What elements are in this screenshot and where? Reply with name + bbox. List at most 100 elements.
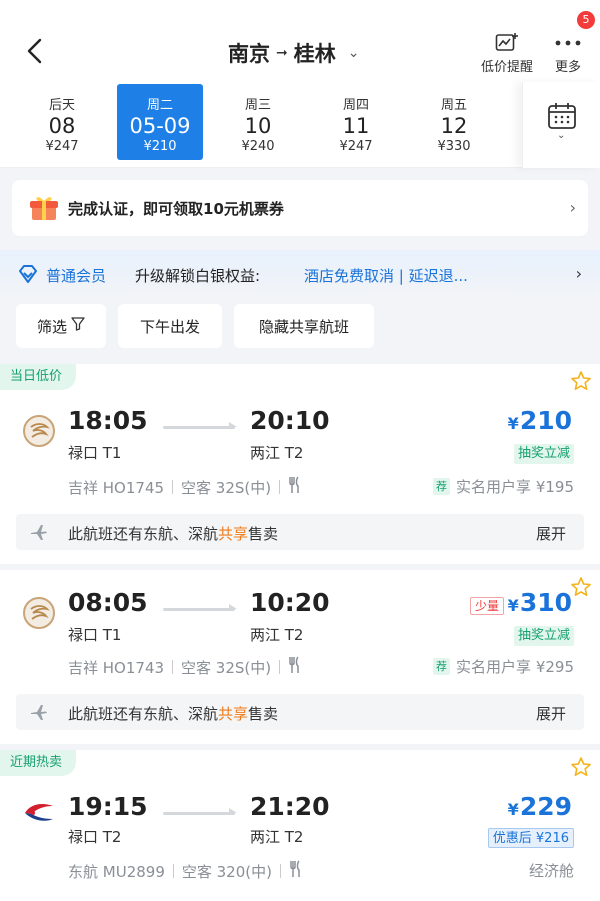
- date-tab[interactable]: 后天 08 ¥247: [19, 84, 105, 160]
- codeshare-prefix: 此航班还有东航、深航: [68, 705, 219, 723]
- cabin-class: 经济舱: [528, 862, 574, 880]
- filter-chip-hide-shared[interactable]: 隐藏共享航班: [234, 304, 374, 348]
- meal-icon: [288, 476, 302, 498]
- juneyao-logo-icon: [22, 596, 56, 634]
- more-label: 更多: [554, 60, 581, 75]
- codeshare-text: 此航班还有东航、深航共享售卖: [68, 703, 278, 724]
- flight-card[interactable]: 08:05 禄口 T1 10:20 两江 T2 少量 ¥310 抽奖立减 吉祥 …: [0, 570, 600, 744]
- diamond-icon: [18, 265, 38, 287]
- discounted-price-badge: 优惠后 ¥216: [487, 828, 574, 848]
- divider: [279, 480, 281, 494]
- destination-city: 桂林: [293, 42, 336, 66]
- funnel-icon: [71, 317, 85, 335]
- departure-airport: 禄口 T1: [68, 444, 122, 462]
- calendar-button[interactable]: ⌄: [522, 82, 600, 168]
- date-price: ¥240: [241, 139, 275, 154]
- codeshare-highlight: 共享: [218, 705, 249, 723]
- date-day: 12: [440, 114, 468, 138]
- departure-time: 18:05: [68, 406, 148, 435]
- expand-button[interactable]: 展开: [536, 523, 566, 544]
- top-header: 南京 ➞ 桂林 ⌄ 低价提醒 更多 5: [0, 0, 600, 82]
- star-icon[interactable]: [570, 756, 592, 782]
- filter-chip[interactable]: 筛选: [16, 304, 106, 348]
- codeshare-highlight: 共享: [218, 525, 249, 543]
- date-weekday: 周四: [342, 98, 369, 113]
- codeshare-text: 此航班还有东航、深航共享售卖: [68, 523, 278, 544]
- date-tab[interactable]: 周四 11 ¥247: [313, 84, 399, 160]
- more-button[interactable]: 更多: [548, 30, 588, 75]
- aircraft-type: 空客 32S(中): [181, 478, 272, 497]
- gift-box-icon: [28, 192, 60, 228]
- codeshare-suffix: 售卖: [248, 525, 279, 543]
- price-value: 310: [519, 588, 572, 617]
- divider: [279, 660, 281, 674]
- star-icon[interactable]: [570, 576, 592, 602]
- date-weekday: 周三: [244, 98, 271, 113]
- flight-price: ¥229: [508, 792, 572, 821]
- filter-chip-afternoon[interactable]: 下午出发: [118, 304, 222, 348]
- expand-button[interactable]: 展开: [536, 703, 566, 724]
- divider: [172, 480, 174, 494]
- member-benefits-bar[interactable]: 普通会员 升级解锁白银权益: 酒店免费取消 | 延迟退... ›: [0, 250, 600, 298]
- flight-price: ¥210: [508, 406, 572, 435]
- recommend-badge: 荐: [433, 478, 451, 495]
- low-stock-badge: 少量: [469, 597, 504, 615]
- arrival-airport: 两江 T2: [250, 828, 304, 846]
- lottery-discount-badge: 抽奖立减: [513, 444, 574, 464]
- more-dots-icon: [548, 30, 588, 56]
- price-value: 210: [519, 406, 572, 435]
- aircraft-type: 空客 320(中): [181, 862, 272, 881]
- member-level: 普通会员: [46, 267, 107, 285]
- date-day: 05-09: [129, 114, 191, 138]
- date-selector: 后天 08 ¥247 周二 05-09 ¥210 周三 10 ¥240 周四 1…: [0, 82, 600, 168]
- date-tab[interactable]: 周三 10 ¥240: [215, 84, 301, 160]
- coupon-banner[interactable]: 完成认证，即可领取10元机票券 ›: [12, 180, 588, 236]
- airplane-icon: [30, 523, 48, 545]
- date-tab-selected[interactable]: 周二 05-09 ¥210: [117, 84, 203, 160]
- date-weekday: 周二: [146, 98, 173, 113]
- codeshare-bar[interactable]: 此航班还有东航、深航共享售卖 展开: [16, 514, 584, 550]
- flight-card[interactable]: 当日低价 18:05 禄口 T1 20:10 两江 T2 ¥210 抽奖立减 吉…: [0, 364, 600, 564]
- star-icon[interactable]: [570, 370, 592, 396]
- realname-offer: 荐 实名用户享 ¥295: [433, 656, 574, 677]
- filter-label: 下午出发: [139, 317, 200, 336]
- divider: [172, 660, 174, 674]
- route-selector[interactable]: 南京 ➞ 桂林 ⌄: [228, 38, 359, 68]
- route-line: [163, 604, 237, 611]
- realname-offer: 荐 实名用户享 ¥195: [433, 476, 574, 497]
- flight-price: ¥310: [508, 588, 572, 617]
- realname-price: 实名用户享 ¥295: [456, 658, 574, 676]
- departure-time: 08:05: [68, 588, 148, 617]
- price-alert-label: 低价提醒: [480, 60, 533, 75]
- date-price: ¥247: [339, 139, 373, 154]
- meal-icon: [289, 860, 303, 882]
- origin-city: 南京: [228, 42, 270, 66]
- divider: [279, 864, 281, 878]
- recommend-badge: 荐: [433, 658, 451, 675]
- divider: [172, 864, 174, 878]
- china-eastern-logo-icon: [22, 798, 56, 832]
- flight-card[interactable]: 近期热卖 19:15 禄口 T2 21:20 两江 T2 ¥229 优惠后 ¥2…: [0, 750, 600, 901]
- flight-number: 吉祥 HO1743: [68, 658, 165, 677]
- chevron-right-icon: ›: [575, 264, 582, 283]
- codeshare-bar[interactable]: 此航班还有东航、深航共享售卖 展开: [16, 694, 584, 730]
- chevron-down-icon: ⌄: [347, 45, 360, 61]
- flight-meta: 东航 MU2899 空客 320(中): [68, 860, 303, 882]
- price-alert-button[interactable]: 低价提醒: [478, 30, 536, 75]
- date-day: 08: [48, 114, 76, 138]
- date-day: 11: [342, 114, 370, 138]
- chevron-down-icon: ⌄: [557, 130, 566, 141]
- flight-number: 吉祥 HO1745: [68, 478, 165, 497]
- coupon-text: 完成认证，即可领取10元机票券: [68, 200, 284, 218]
- date-tab[interactable]: 周五 12 ¥330: [411, 84, 497, 160]
- currency-symbol: ¥: [507, 800, 519, 819]
- notification-badge: 5: [577, 11, 595, 29]
- departure-airport: 禄口 T1: [68, 626, 122, 644]
- lottery-discount-badge: 抽奖立减: [513, 626, 574, 646]
- filter-label: 隐藏共享航班: [258, 317, 349, 336]
- back-icon[interactable]: [22, 36, 48, 66]
- flight-tag: 当日低价: [0, 364, 77, 390]
- realname-price: 实名用户享 ¥195: [456, 478, 574, 496]
- flight-meta: 吉祥 HO1745 空客 32S(中): [68, 476, 302, 498]
- arrival-time: 21:20: [250, 792, 330, 821]
